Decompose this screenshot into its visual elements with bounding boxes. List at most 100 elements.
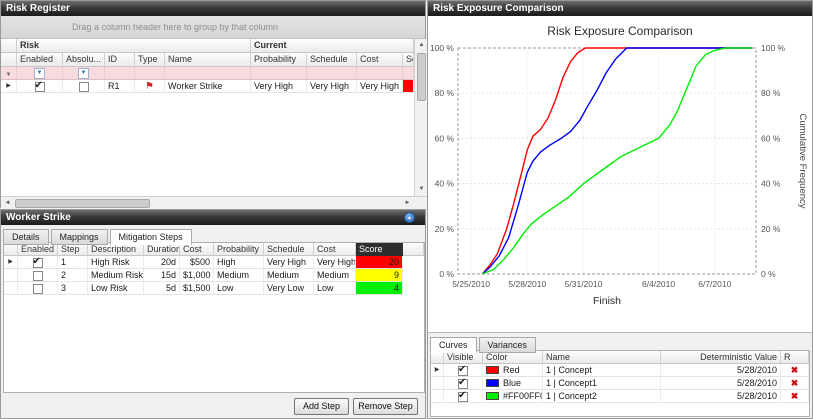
step-score-cell[interactable]: 4 <box>356 282 403 295</box>
curve-color-cell[interactable]: #FF00FF00 <box>483 390 543 403</box>
filter-absolute-cell[interactable]: ▼ <box>63 67 105 80</box>
col-schedule[interactable]: Schedule <box>307 53 357 67</box>
absolute-checkbox[interactable] <box>79 82 89 92</box>
curve-row[interactable]: #FF00FF00 1 | Concept2 5/28/2010 ✖ <box>431 390 809 403</box>
step-probability-cell[interactable]: Medium <box>214 269 264 282</box>
risk-score-cell[interactable] <box>403 80 414 93</box>
delete-curve-button[interactable]: ✖ <box>781 390 809 403</box>
curve-row[interactable]: Blue 1 | Concept1 5/28/2010 ✖ <box>431 377 809 390</box>
step-schedule-cell[interactable]: Very Low <box>264 282 314 295</box>
register-vertical-scrollbar[interactable]: ▲ ▼ <box>414 39 427 196</box>
col-name[interactable]: Name <box>165 53 251 67</box>
step-description-cell[interactable]: Medium Risk <box>88 269 144 282</box>
step-cost2-cell[interactable]: Very High <box>314 256 356 269</box>
curve-name-cell[interactable]: 1 | Concept2 <box>543 390 661 403</box>
risk-id-cell[interactable]: R1 <box>105 80 135 93</box>
risk-absolute-cell[interactable] <box>63 80 105 93</box>
col-score[interactable]: Score <box>356 243 403 256</box>
step-probability-cell[interactable]: Low <box>214 282 264 295</box>
step-duration-cell[interactable]: 20d <box>144 256 180 269</box>
filter-funnel-icon[interactable]: ▼ <box>78 68 89 79</box>
vertical-scroll-thumb[interactable] <box>417 53 426 101</box>
step-cost2-cell[interactable]: Medium <box>314 269 356 282</box>
tab-variances[interactable]: Variances <box>479 337 536 353</box>
col-name[interactable]: Name <box>543 351 661 364</box>
risk-cost-cell[interactable]: Very High <box>357 80 403 93</box>
curve-deterministic-cell[interactable]: 5/28/2010 <box>661 390 781 403</box>
col-enabled[interactable]: Enabled <box>17 53 63 67</box>
mitigation-step-row[interactable]: ▶ 1 High Risk 20d $500 High Very High Ve… <box>4 256 424 269</box>
visible-checkbox[interactable] <box>458 366 468 376</box>
enabled-checkbox[interactable] <box>33 258 43 268</box>
filter-enabled-cell[interactable]: ▼ <box>17 67 63 80</box>
enabled-checkbox[interactable] <box>35 82 45 92</box>
col-type[interactable]: Type <box>135 53 165 67</box>
step-duration-cell[interactable]: 15d <box>144 269 180 282</box>
filter-cell[interactable] <box>135 67 165 80</box>
risk-row-r1[interactable]: ▶ R1 ⚑ Worker Strike Very High Very High… <box>1 80 414 93</box>
filter-funnel-icon[interactable]: ▼ <box>34 68 45 79</box>
step-enabled-cell[interactable] <box>18 282 58 295</box>
curve-name-cell[interactable]: 1 | Concept1 <box>543 377 661 390</box>
col-schedule[interactable]: Schedule <box>264 243 314 256</box>
col-cost[interactable]: Cost <box>357 53 403 67</box>
mitigation-step-row[interactable]: 3 Low Risk 5d $1,500 Low Very Low Low 4 <box>4 282 424 295</box>
step-cost-cell[interactable]: $500 <box>180 256 214 269</box>
tab-curves[interactable]: Curves <box>430 337 477 353</box>
delete-curve-button[interactable]: ✖ <box>781 364 809 377</box>
enabled-checkbox[interactable] <box>33 271 43 281</box>
step-number-cell[interactable]: 2 <box>58 269 88 282</box>
risk-name-cell[interactable]: Worker Strike <box>165 80 251 93</box>
collapse-panel-button[interactable]: ▲ <box>404 212 415 223</box>
step-duration-cell[interactable]: 5d <box>144 282 180 295</box>
register-horizontal-scrollbar[interactable]: ◄ ► <box>1 196 427 209</box>
curve-visible-cell[interactable] <box>444 390 483 403</box>
col-cost2[interactable]: Cost <box>314 243 356 256</box>
horizontal-scroll-thumb[interactable] <box>15 199 150 208</box>
remove-step-button[interactable]: Remove Step <box>353 398 418 415</box>
col-deterministic-value[interactable]: Deterministic Value <box>661 351 781 364</box>
step-score-cell[interactable]: 9 <box>356 269 403 282</box>
enabled-checkbox[interactable] <box>33 284 43 294</box>
step-schedule-cell[interactable]: Very High <box>264 256 314 269</box>
group-by-area[interactable]: Drag a column header here to group by th… <box>1 16 425 39</box>
col-id[interactable]: ID <box>105 53 135 67</box>
col-probability[interactable]: Probability <box>214 243 264 256</box>
step-schedule-cell[interactable]: Medium <box>264 269 314 282</box>
risk-schedule-cell[interactable]: Very High <box>307 80 357 93</box>
step-enabled-cell[interactable] <box>18 256 58 269</box>
filter-cell[interactable] <box>357 67 403 80</box>
band-risk[interactable]: Risk <box>17 39 251 53</box>
filter-cell[interactable] <box>251 67 307 80</box>
tab-mitigation-steps[interactable]: Mitigation Steps <box>110 229 192 245</box>
curve-row[interactable]: ▶ Red 1 | Concept 5/28/2010 ✖ <box>431 364 809 377</box>
filter-cell[interactable] <box>403 67 414 80</box>
step-probability-cell[interactable]: High <box>214 256 264 269</box>
risk-enabled-cell[interactable] <box>17 80 63 93</box>
mitigation-step-row[interactable]: 2 Medium Risk 15d $1,000 Medium Medium M… <box>4 269 424 282</box>
step-description-cell[interactable]: Low Risk <box>88 282 144 295</box>
filter-cell[interactable] <box>307 67 357 80</box>
curve-name-cell[interactable]: 1 | Concept <box>543 364 661 377</box>
col-score-cut[interactable]: Sc <box>403 53 414 67</box>
col-remove-cut[interactable]: R <box>781 351 809 364</box>
add-step-button[interactable]: Add Step <box>294 398 349 415</box>
filter-cell[interactable] <box>105 67 135 80</box>
delete-curve-button[interactable]: ✖ <box>781 377 809 390</box>
step-description-cell[interactable]: High Risk <box>88 256 144 269</box>
band-current[interactable]: Current <box>251 39 414 53</box>
filter-cell[interactable] <box>165 67 251 80</box>
step-number-cell[interactable]: 1 <box>58 256 88 269</box>
step-number-cell[interactable]: 3 <box>58 282 88 295</box>
curve-visible-cell[interactable] <box>444 377 483 390</box>
step-cost2-cell[interactable]: Low <box>314 282 356 295</box>
curve-deterministic-cell[interactable]: 5/28/2010 <box>661 377 781 390</box>
risk-type-cell[interactable]: ⚑ <box>135 80 165 93</box>
step-cost-cell[interactable]: $1,000 <box>180 269 214 282</box>
step-cost-cell[interactable]: $1,500 <box>180 282 214 295</box>
col-probability[interactable]: Probability <box>251 53 307 67</box>
tab-details[interactable]: Details <box>3 229 49 245</box>
curve-visible-cell[interactable] <box>444 364 483 377</box>
tab-mappings[interactable]: Mappings <box>51 229 108 245</box>
col-absolute[interactable]: Absolu... <box>63 53 105 67</box>
